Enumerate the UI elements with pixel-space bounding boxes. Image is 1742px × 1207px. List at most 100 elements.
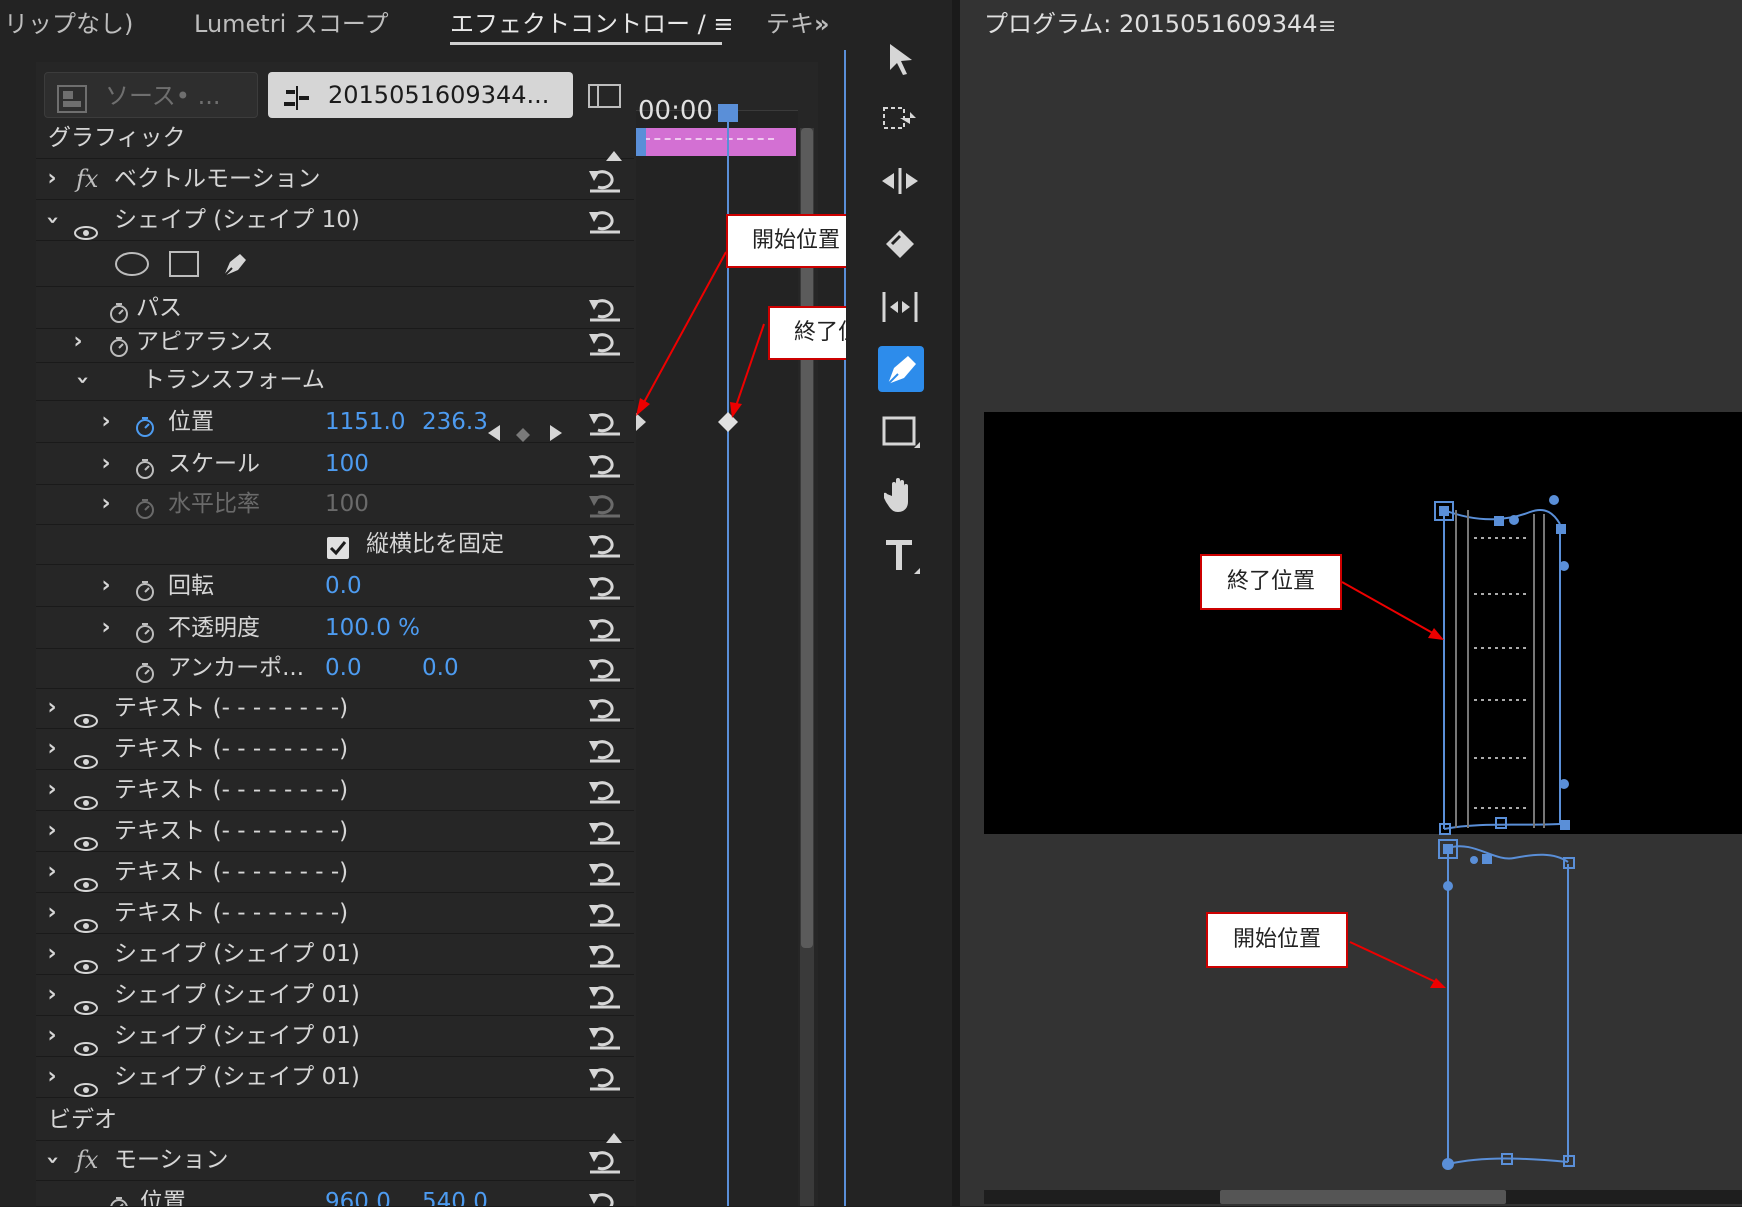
effect-row-shape01[interactable]: › シェイプ (シェイプ 01): [36, 975, 634, 1016]
eye-icon[interactable]: [74, 742, 98, 769]
chevron-right-icon[interactable]: ›: [40, 893, 64, 933]
effect-row-text[interactable]: › テキスト (- - - - - - - -): [36, 729, 634, 770]
eye-icon[interactable]: [74, 947, 98, 974]
source-clip-button[interactable]: ソース• ...: [44, 72, 258, 118]
anchor-y-value[interactable]: 0.0: [422, 648, 459, 688]
chevron-right-icon[interactable]: ›: [40, 770, 64, 810]
reset-icon[interactable]: [588, 166, 622, 193]
razor-icon[interactable]: [882, 226, 918, 266]
reset-icon[interactable]: [588, 329, 622, 356]
property-row-uniform-scale[interactable]: 縦横比を固定: [36, 524, 634, 565]
tab-lumetri-scopes[interactable]: Lumetri スコープ: [194, 6, 388, 42]
panel-toggle-icon[interactable]: [588, 84, 622, 112]
stopwatch-icon[interactable]: [108, 297, 130, 323]
reset-icon[interactable]: [588, 409, 622, 436]
chevron-right-icon[interactable]: ›: [40, 811, 64, 851]
chevron-right-icon[interactable]: ›: [40, 729, 64, 769]
eye-icon[interactable]: [74, 988, 98, 1015]
property-row-position[interactable]: › 位置 1151.0 236.3: [36, 402, 634, 443]
effect-row-shape01[interactable]: › シェイプ (シェイプ 01): [36, 934, 634, 975]
reset-icon[interactable]: [588, 982, 622, 1009]
chevron-right-icon[interactable]: ›: [40, 1057, 64, 1097]
panel-divider[interactable]: [952, 0, 960, 1206]
section-header-graphics[interactable]: グラフィック: [36, 118, 634, 161]
scale-value[interactable]: 100: [325, 444, 369, 484]
horizontal-scrollbar-thumb[interactable]: [1220, 1190, 1506, 1204]
stopwatch-icon[interactable]: [134, 657, 156, 683]
rectangle-icon[interactable]: [168, 250, 200, 291]
reset-icon[interactable]: [588, 1023, 622, 1050]
reset-icon[interactable]: [588, 900, 622, 927]
fx-icon[interactable]: fx: [76, 1140, 98, 1180]
reset-icon[interactable]: [588, 655, 622, 682]
chevron-down-icon[interactable]: ›: [32, 1148, 72, 1172]
section-header-video[interactable]: ビデオ: [36, 1100, 634, 1143]
tab-text[interactable]: テキ: [766, 6, 814, 42]
motion-position-y[interactable]: 540.0: [422, 1182, 488, 1206]
select-tool-icon[interactable]: [886, 42, 916, 80]
property-row-motion-position[interactable]: 位置 960.0 540.0: [36, 1182, 634, 1207]
reset-icon[interactable]: [588, 941, 622, 968]
rect-tool-icon[interactable]: [882, 414, 920, 454]
property-row-anchor[interactable]: アンカーポ... 0.0 0.0: [36, 648, 634, 689]
reset-icon[interactable]: [588, 207, 622, 234]
reset-icon[interactable]: [588, 295, 622, 322]
tab-clip-none[interactable]: リップなし): [4, 6, 133, 42]
chevron-right-icon[interactable]: ›: [40, 852, 64, 892]
tabs-overflow-button[interactable]: »: [814, 6, 830, 42]
chevron-right-icon[interactable]: ›: [94, 444, 118, 484]
property-row-rotation[interactable]: › 回転 0.0: [36, 566, 634, 607]
position-x-value[interactable]: 1151.0: [325, 402, 405, 442]
effect-row-text[interactable]: › テキスト (- - - - - - - -): [36, 770, 634, 811]
effect-row-shape01[interactable]: › シェイプ (シェイプ 01): [36, 1016, 634, 1057]
slip-icon[interactable]: [880, 290, 920, 328]
reset-icon[interactable]: [588, 573, 622, 600]
chevron-right-icon[interactable]: ›: [94, 484, 118, 524]
reset-icon[interactable]: [588, 695, 622, 722]
reset-icon[interactable]: [588, 531, 622, 558]
stopwatch-icon[interactable]: [134, 453, 156, 479]
eye-icon[interactable]: [74, 865, 98, 892]
reset-icon[interactable]: [588, 1064, 622, 1091]
shape-outline-start[interactable]: [1434, 836, 1584, 1176]
track-select-icon[interactable]: [882, 104, 920, 140]
menu-icon[interactable]: ≡: [1318, 14, 1336, 39]
stopwatch-icon[interactable]: [108, 331, 130, 357]
stopwatch-icon[interactable]: [108, 1191, 130, 1206]
chevron-right-icon[interactable]: ›: [40, 688, 64, 728]
chevron-down-icon[interactable]: ›: [32, 208, 72, 232]
eye-icon[interactable]: [74, 1070, 98, 1097]
sequence-clip-button[interactable]: 2015051609344...: [268, 72, 573, 118]
effect-row-motion[interactable]: › fx モーション: [36, 1140, 634, 1181]
chevron-right-icon[interactable]: ›: [40, 934, 64, 974]
reset-icon[interactable]: [588, 818, 622, 845]
effect-row-shape01[interactable]: › シェイプ (シェイプ 01): [36, 1057, 634, 1098]
chevron-down-icon[interactable]: ›: [62, 368, 102, 392]
eye-icon[interactable]: [74, 1029, 98, 1056]
shape-outline-end[interactable]: [1430, 494, 1580, 840]
stopwatch-icon[interactable]: [134, 575, 156, 601]
timecode[interactable]: 00:00: [638, 96, 713, 126]
chevron-right-icon[interactable]: ›: [40, 1016, 64, 1056]
chevron-right-icon[interactable]: ›: [40, 975, 64, 1015]
anchor-x-value[interactable]: 0.0: [325, 648, 362, 688]
stopwatch-icon[interactable]: [134, 411, 156, 437]
effect-row-shape10[interactable]: › シェイプ (シェイプ 10): [36, 200, 634, 241]
eye-icon[interactable]: [74, 701, 98, 728]
reset-icon[interactable]: [588, 451, 622, 478]
property-row-scale[interactable]: › スケール 100: [36, 444, 634, 485]
eye-icon[interactable]: [74, 824, 98, 851]
type-tool-icon[interactable]: [884, 538, 920, 580]
chevron-right-icon[interactable]: ›: [94, 608, 118, 648]
chevron-right-icon[interactable]: ›: [66, 322, 90, 362]
stopwatch-icon[interactable]: [134, 617, 156, 643]
chevron-right-icon[interactable]: ›: [40, 159, 64, 199]
effect-row-text[interactable]: › テキスト (- - - - - - - -): [36, 688, 634, 729]
eye-icon[interactable]: [74, 213, 98, 240]
ellipse-icon[interactable]: [114, 250, 150, 291]
eye-icon[interactable]: [74, 783, 98, 810]
property-row-appearance[interactable]: › アピアランス: [36, 322, 634, 363]
hand-icon[interactable]: [882, 476, 920, 518]
property-row-opacity[interactable]: › 不透明度 100.0 %: [36, 608, 634, 649]
reset-icon[interactable]: [588, 615, 622, 642]
